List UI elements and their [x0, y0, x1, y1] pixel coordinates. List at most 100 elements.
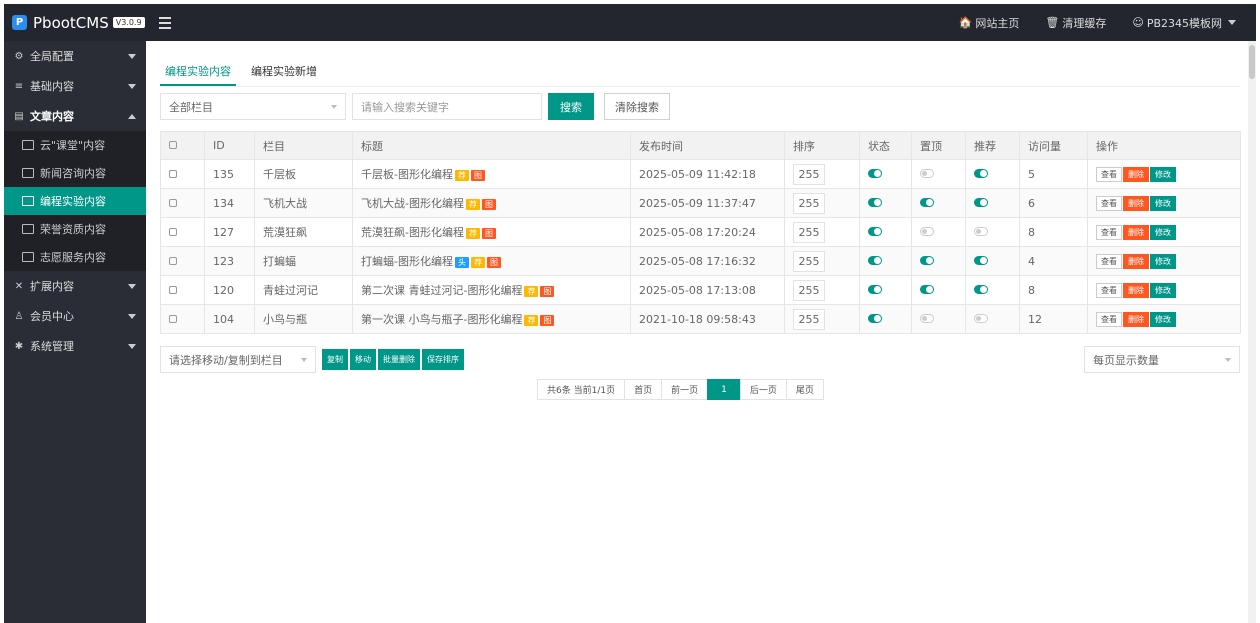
top-toggle[interactable]: [920, 168, 934, 178]
sidebar-group-extensions[interactable]: ✕ 扩展内容: [4, 271, 146, 301]
system-icon: ✱: [14, 340, 24, 352]
save-sort-button[interactable]: 保存排序: [422, 349, 464, 370]
tab-content-list[interactable]: 编程实验内容: [160, 55, 236, 86]
delete-button[interactable]: 删除: [1123, 166, 1149, 182]
sort-input[interactable]: 255: [793, 192, 825, 214]
table-row: 127 荒漠狂飙 荒漠狂飙-图形化编程荐图 2025-05-08 17:20:2…: [160, 217, 1241, 247]
search-input[interactable]: 请输入搜索关键字: [352, 93, 542, 120]
move-button[interactable]: 移动: [350, 349, 376, 370]
edit-button[interactable]: 修改: [1150, 311, 1176, 327]
view-button[interactable]: 查看: [1096, 166, 1122, 182]
first-page-button[interactable]: 首页: [624, 379, 663, 400]
batch-delete-button[interactable]: 批量删除: [378, 349, 420, 370]
top-toggle[interactable]: [920, 226, 934, 236]
sort-input[interactable]: 255: [793, 279, 825, 301]
sort-input[interactable]: 255: [793, 250, 825, 272]
recommend-toggle[interactable]: [974, 197, 988, 207]
status-toggle[interactable]: [868, 226, 882, 236]
site-home-link[interactable]: 🏠 网站主页: [959, 15, 1020, 31]
status-toggle[interactable]: [868, 255, 882, 265]
delete-button[interactable]: 删除: [1123, 195, 1149, 211]
row-checkbox[interactable]: [169, 285, 177, 294]
edit-button[interactable]: 修改: [1150, 282, 1176, 298]
recommend-toggle[interactable]: [974, 226, 988, 236]
recommend-toggle[interactable]: [974, 168, 988, 178]
next-page-button[interactable]: 后一页: [739, 379, 787, 400]
per-page-select[interactable]: 每页显示数量: [1084, 346, 1240, 373]
tab-content-add[interactable]: 编程实验新增: [246, 55, 322, 86]
status-toggle[interactable]: [868, 197, 882, 207]
delete-button[interactable]: 删除: [1123, 253, 1149, 269]
view-button[interactable]: 查看: [1096, 195, 1122, 211]
top-toggle[interactable]: [920, 313, 934, 323]
chevron-down-icon: [128, 84, 136, 89]
search-button[interactable]: 搜索: [548, 93, 594, 120]
edit-button[interactable]: 修改: [1150, 253, 1176, 269]
copy-button[interactable]: 复制: [322, 349, 348, 370]
view-button[interactable]: 查看: [1096, 253, 1122, 269]
clear-search-button[interactable]: 清除搜索: [604, 93, 670, 120]
status-toggle[interactable]: [868, 168, 882, 178]
delete-button[interactable]: 删除: [1123, 224, 1149, 240]
sidebar-group-global-config[interactable]: ⚙ 全局配置: [4, 41, 146, 71]
row-checkbox[interactable]: [169, 198, 177, 207]
sliders-icon: ≡: [14, 80, 24, 92]
view-button[interactable]: 查看: [1096, 282, 1122, 298]
recommend-toggle[interactable]: [974, 284, 988, 294]
row-checkbox[interactable]: [169, 169, 177, 178]
view-button[interactable]: 查看: [1096, 311, 1122, 327]
hamburger-menu-icon[interactable]: [154, 12, 176, 34]
app-name: PbootCMS: [33, 13, 109, 32]
document-icon: [22, 252, 34, 262]
prev-page-button[interactable]: 前一页: [661, 379, 709, 400]
delete-button[interactable]: 删除: [1123, 282, 1149, 298]
image-tag: 图: [470, 170, 485, 181]
row-checkbox[interactable]: [169, 314, 177, 323]
sidebar-item-news[interactable]: 新闻咨询内容: [4, 159, 146, 187]
sort-input[interactable]: 255: [793, 221, 825, 243]
recommend-tag: 荐: [524, 286, 539, 297]
sort-input[interactable]: 255: [793, 308, 825, 330]
sort-input[interactable]: 255: [793, 163, 825, 185]
chevron-down-icon: [301, 358, 307, 362]
image-tag: 图: [540, 286, 555, 297]
recommend-toggle[interactable]: [974, 313, 988, 323]
sidebar-item-volunteer[interactable]: 志愿服务内容: [4, 243, 146, 271]
clear-cache-link[interactable]: 🗑 清理缓存: [1045, 15, 1106, 31]
row-checkbox[interactable]: [169, 256, 177, 265]
edit-button[interactable]: 修改: [1150, 195, 1176, 211]
select-all-checkbox[interactable]: [169, 141, 177, 149]
edit-button[interactable]: 修改: [1150, 224, 1176, 240]
sidebar-group-basic-content[interactable]: ≡ 基础内容: [4, 71, 146, 101]
last-page-button[interactable]: 尾页: [785, 379, 824, 400]
sidebar-item-cloud-class[interactable]: 云"课堂"内容: [4, 131, 146, 159]
sidebar-item-honors[interactable]: 荣誉资质内容: [4, 215, 146, 243]
status-toggle[interactable]: [868, 313, 882, 323]
scrollbar-thumb[interactable]: [1249, 45, 1255, 79]
table-row: 135 千层板 千层板-图形化编程荐图 2025-05-09 11:42:18 …: [160, 159, 1241, 189]
sidebar-group-system[interactable]: ✱ 系统管理: [4, 331, 146, 361]
version-badge: V3.0.9: [112, 17, 145, 28]
document-icon: [22, 168, 34, 178]
top-toggle[interactable]: [920, 284, 934, 294]
move-copy-target-select[interactable]: 请选择移动/复制到栏目: [160, 346, 316, 373]
scrollbar[interactable]: [1248, 41, 1256, 623]
table-row: 123 打蝙蝠 打蝙蝠-图形化编程头荐图 2025-05-08 17:16:32…: [160, 246, 1241, 276]
chevron-down-icon: [128, 344, 136, 349]
user-menu[interactable]: ☺ PB2345模板网: [1132, 15, 1236, 31]
row-checkbox[interactable]: [169, 227, 177, 236]
recommend-toggle[interactable]: [974, 255, 988, 265]
top-toggle[interactable]: [920, 255, 934, 265]
top-toggle[interactable]: [920, 197, 934, 207]
status-toggle[interactable]: [868, 284, 882, 294]
logo[interactable]: P PbootCMS V3.0.9: [4, 4, 146, 41]
view-button[interactable]: 查看: [1096, 224, 1122, 240]
edit-button[interactable]: 修改: [1150, 166, 1176, 182]
current-page[interactable]: 1: [707, 379, 741, 400]
sidebar-group-article-content[interactable]: ▤ 文章内容: [4, 101, 146, 131]
delete-button[interactable]: 删除: [1123, 311, 1149, 327]
document-icon: [22, 196, 34, 206]
sidebar-group-members[interactable]: ♙ 会员中心: [4, 301, 146, 331]
category-select[interactable]: 全部栏目: [160, 93, 346, 120]
sidebar-item-programming[interactable]: 编程实验内容: [4, 187, 146, 215]
